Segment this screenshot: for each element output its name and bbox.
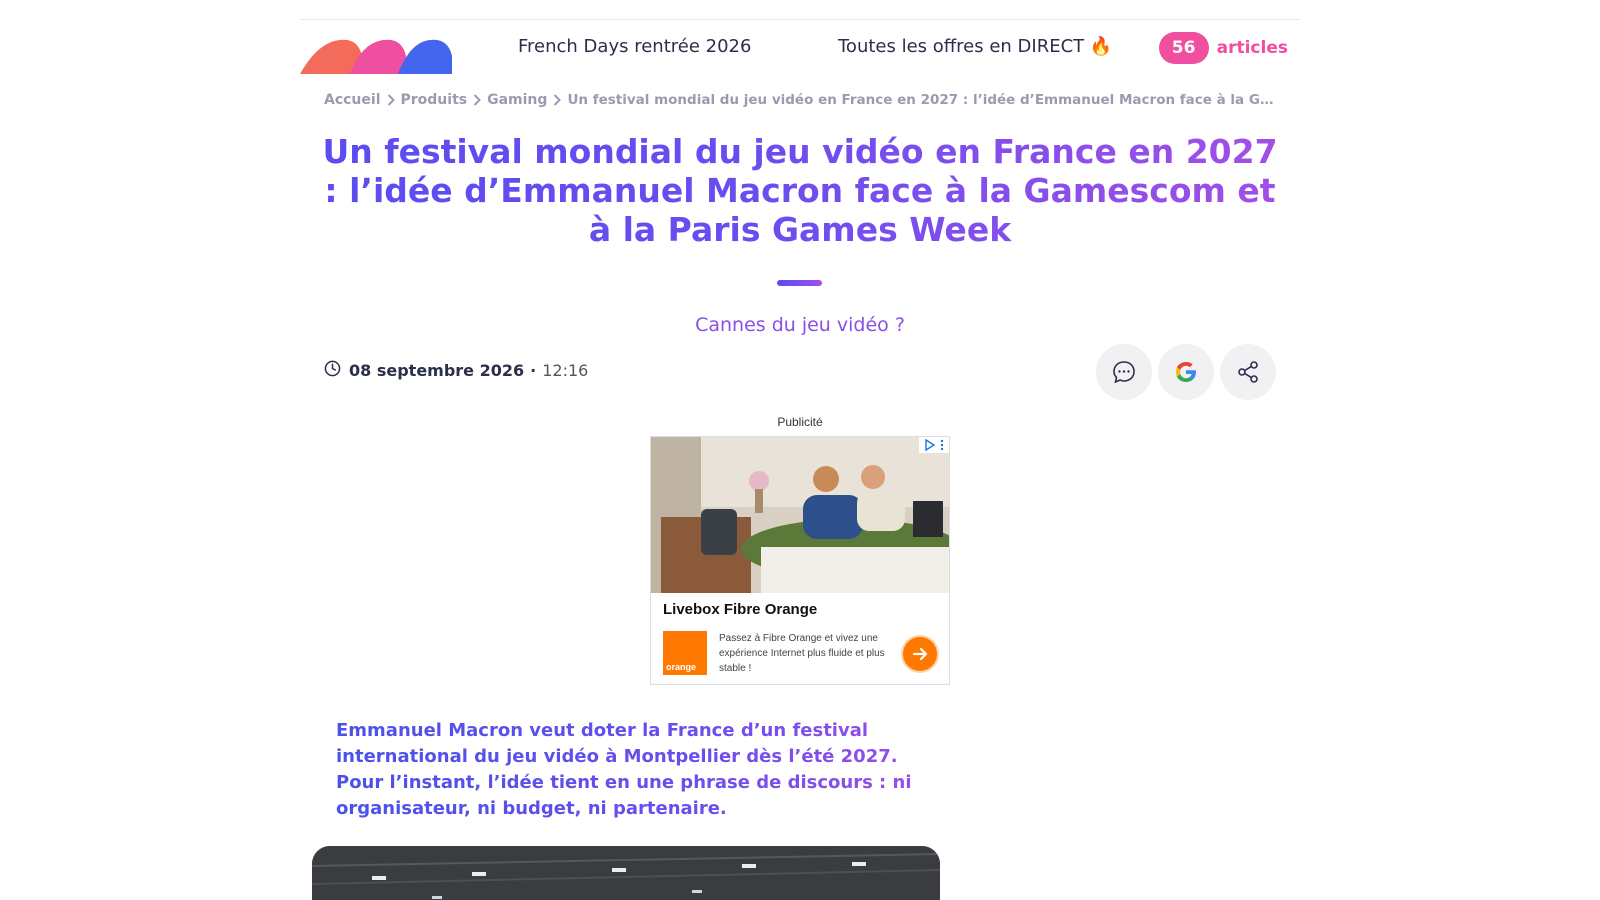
article-hero-image[interactable]	[312, 846, 940, 900]
orange-logo-wordmark: orange	[666, 662, 697, 672]
breadcrumb-current: Un festival mondial du jeu vidéo en Fran…	[567, 92, 1276, 108]
google-icon	[1176, 362, 1196, 382]
article-counter[interactable]: 56 articles	[1158, 32, 1288, 64]
share-icon	[1238, 361, 1258, 383]
article-lead: Emmanuel Macron veut doter la France d’u…	[336, 718, 936, 822]
article-title: Un festival mondial du jeu vidéo en Fran…	[320, 132, 1280, 249]
orange-logo: orange	[663, 631, 707, 675]
site-header: French Days rentrée 2026 Toutes les offr…	[300, 24, 1300, 80]
advertisement[interactable]: Livebox Fibre Orange orange Passez à Fib…	[650, 436, 950, 685]
ad-label: Publicité	[777, 415, 823, 429]
comments-button[interactable]	[1096, 344, 1152, 400]
nav-link-french-days[interactable]: French Days rentrée 2026	[518, 36, 751, 57]
top-nav-remnant	[300, 0, 1300, 20]
ad-choices[interactable]	[919, 437, 949, 453]
comment-icon	[1113, 361, 1135, 384]
ad-cta-button[interactable]	[901, 635, 939, 673]
google-news-button[interactable]	[1158, 344, 1214, 400]
article-actions	[1096, 344, 1276, 400]
article-subtitle: Cannes du jeu vidéo ?	[695, 314, 905, 336]
nav-link-live-offers[interactable]: Toutes les offres en DIRECT 🔥	[838, 36, 1112, 57]
share-button[interactable]	[1220, 344, 1276, 400]
clock-icon	[324, 360, 341, 381]
ad-body-text: Passez à Fibre Orange et vivez une expér…	[719, 633, 885, 674]
breadcrumb-gaming[interactable]: Gaming	[487, 92, 547, 108]
breadcrumb-produits[interactable]: Produits	[401, 92, 468, 108]
chevron-right-icon	[553, 94, 562, 106]
site-logo[interactable]	[300, 38, 455, 74]
chevron-right-icon	[387, 94, 395, 106]
title-divider	[777, 280, 822, 286]
article-count-badge: 56	[1158, 32, 1209, 64]
chevron-right-icon	[473, 94, 482, 106]
article-meta: 08 septembre 2026 · 12:16	[324, 360, 588, 381]
ad-image[interactable]	[651, 437, 949, 593]
breadcrumb: Accueil Produits Gaming Un festival mond…	[324, 92, 1276, 108]
breadcrumb-home[interactable]: Accueil	[324, 92, 381, 108]
arrow-right-icon	[912, 647, 928, 661]
more-vertical-icon	[940, 439, 944, 451]
article-count-label: articles	[1216, 38, 1288, 58]
adchoices-icon	[925, 439, 936, 451]
publish-time: 12:16	[542, 361, 589, 380]
publish-date: 08 septembre 2026	[349, 361, 525, 380]
meta-separator: ·	[530, 361, 537, 380]
ad-headline[interactable]: Livebox Fibre Orange	[663, 601, 817, 618]
